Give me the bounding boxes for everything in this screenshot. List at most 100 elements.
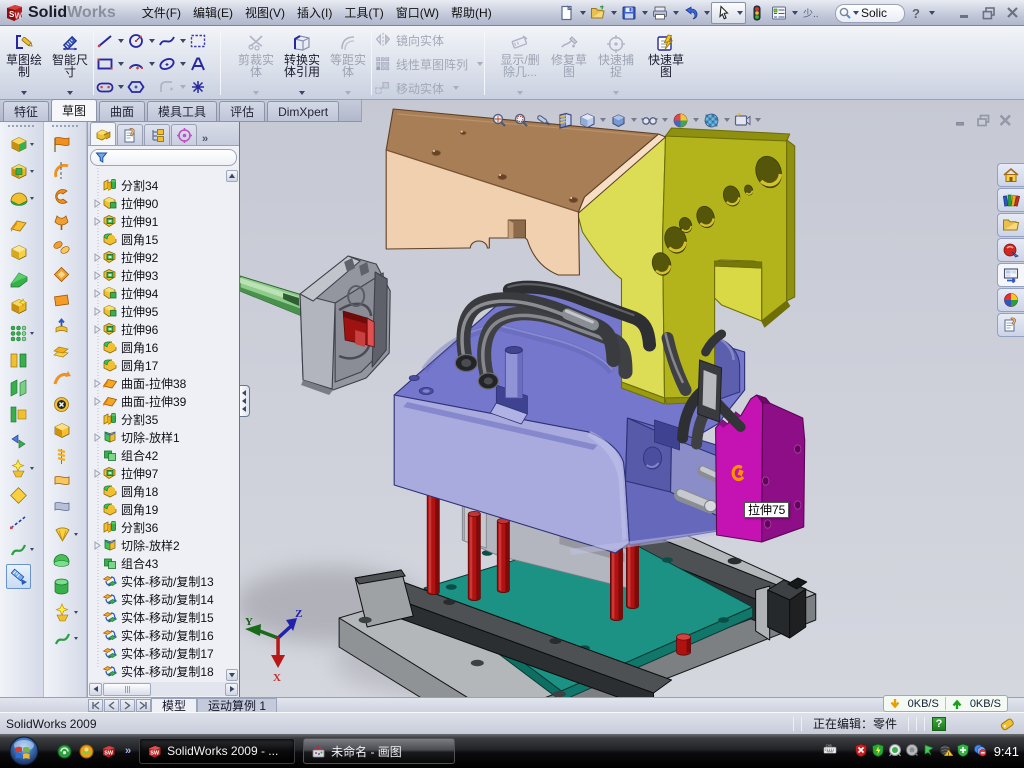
hud-scene[interactable] xyxy=(701,109,721,131)
tree-item[interactable]: 实体-移动/复制15 xyxy=(88,608,214,626)
quicklaunch-ball-icon[interactable] xyxy=(79,744,94,759)
hud-view-orientation-dropdown[interactable] xyxy=(599,118,606,122)
sketch-sfillet-tool[interactable] xyxy=(157,77,177,97)
scroll-left-arrow[interactable] xyxy=(89,683,102,696)
tool-lofted-surface[interactable] xyxy=(51,209,78,235)
sketch-textA-tool[interactable] xyxy=(188,54,208,74)
tool-revolved-surface[interactable] xyxy=(51,157,78,183)
tree-item[interactable]: 拉伸90 xyxy=(88,194,158,212)
hud-hide-show-items-dropdown[interactable] xyxy=(661,118,668,122)
sketch-rect-dropdown[interactable] xyxy=(115,62,126,66)
help-button[interactable]: ? xyxy=(906,3,926,23)
hud-magnify[interactable] xyxy=(533,109,553,131)
taskpane-tab-file-explorer[interactable] xyxy=(997,213,1024,237)
options-list-button[interactable] xyxy=(769,3,789,23)
ribbon-tab-5[interactable]: DimXpert xyxy=(267,101,339,121)
taskpane-tab-view-palette[interactable] xyxy=(997,263,1024,287)
security-shield-icon[interactable] xyxy=(871,743,885,760)
ribbon-tab-0[interactable]: 特征 xyxy=(3,101,49,121)
sketch-arc-tool[interactable] xyxy=(126,54,146,74)
sketch-point-tool[interactable] xyxy=(188,77,208,97)
start-button[interactable] xyxy=(5,736,43,766)
sketch-line-dropdown[interactable] xyxy=(115,39,126,43)
ribbon-tab-1[interactable]: 草图 xyxy=(51,99,97,121)
quicklaunch-browser-icon[interactable] xyxy=(57,744,72,759)
tool-freeform[interactable] xyxy=(51,469,78,495)
tool-extruded-surface[interactable] xyxy=(51,131,78,157)
tool-extend-surface[interactable] xyxy=(51,313,78,339)
menu-3[interactable]: 插入(I) xyxy=(291,0,338,25)
tree-item[interactable]: 圆角15 xyxy=(88,230,158,248)
hud-camera[interactable] xyxy=(732,109,752,131)
status-help-button[interactable]: ? xyxy=(932,717,946,731)
tab-model[interactable]: 模型 xyxy=(151,698,197,713)
tree-item[interactable]: 拉伸93 xyxy=(88,266,158,284)
tool-thicken[interactable] xyxy=(51,417,78,443)
sketch-slot-tool[interactable] xyxy=(95,77,115,97)
tree-item[interactable]: 切除-放样2 xyxy=(88,536,180,554)
restore-button[interactable] xyxy=(982,6,996,20)
panel-tabs-more[interactable]: » xyxy=(202,133,208,145)
tool-trim-surface[interactable] xyxy=(51,365,78,391)
tree-item[interactable]: 拉伸94 xyxy=(88,284,158,302)
ribbon-tab-2[interactable]: 曲面 xyxy=(99,101,145,121)
tree-item[interactable]: 拉伸97 xyxy=(88,464,158,482)
last-tab-button[interactable] xyxy=(136,699,151,712)
print-button[interactable] xyxy=(650,3,670,23)
select-button[interactable] xyxy=(714,3,734,23)
messenger-icon[interactable] xyxy=(922,743,936,760)
panel-tab-dimxpert-manager[interactable] xyxy=(171,124,197,145)
tool-planar-surface[interactable] xyxy=(51,261,78,287)
doc-restore-button[interactable] xyxy=(977,114,990,127)
undo-dropdown[interactable] xyxy=(702,3,711,23)
open-dropdown[interactable] xyxy=(609,3,618,23)
tree-item[interactable]: 拉伸91 xyxy=(88,212,158,230)
tree-horizontal-scrollbar[interactable] xyxy=(89,682,238,696)
quicklaunch-solidworks-icon[interactable]: SW xyxy=(101,744,116,759)
sketch-circle-tool[interactable] xyxy=(126,31,146,51)
cmd-trim-entities[interactable]: 剪裁实 体 xyxy=(234,26,278,99)
hud-appearances-dropdown[interactable] xyxy=(692,118,699,122)
tree-item[interactable]: 拉伸95 xyxy=(88,302,158,320)
first-tab-button[interactable] xyxy=(88,699,103,712)
tool-ruled-surface[interactable] xyxy=(51,443,78,469)
taskpane-tab-forum[interactable] xyxy=(997,238,1024,262)
cmd-sketch-draw[interactable]: 草图绘 制 xyxy=(0,26,48,99)
tree-item[interactable]: 拉伸96 xyxy=(88,320,158,338)
cmd-smart-dimension[interactable]: 智能尺 寸 xyxy=(48,26,92,99)
taskpane-tab-appearances-scenes[interactable] xyxy=(997,288,1024,312)
hud-zoom-fit[interactable] xyxy=(489,109,509,131)
tool-surface-curve[interactable] xyxy=(52,625,78,651)
tab-motion-study[interactable]: 运动算例 1 xyxy=(197,698,277,713)
tree-item[interactable]: 实体-移动/复制14 xyxy=(88,590,214,608)
tree-item[interactable]: 圆角17 xyxy=(88,356,158,374)
graphics-viewport[interactable]: Y Z X 拉伸75 xyxy=(240,100,1024,697)
menu-5[interactable]: 窗口(W) xyxy=(390,0,445,25)
tool-shell[interactable] xyxy=(8,401,35,428)
tool-surface-sparkle[interactable] xyxy=(52,599,78,625)
text-size-button[interactable]: 少.. xyxy=(800,3,820,23)
menu-0[interactable]: 文件(F) xyxy=(136,0,187,25)
tree-item[interactable]: 组合43 xyxy=(88,554,158,572)
tool-offset-surface[interactable] xyxy=(51,287,78,313)
sketch-sfillet-dropdown[interactable] xyxy=(177,85,188,89)
tree-item[interactable]: 圆角16 xyxy=(88,338,158,356)
tool-extruded-boss[interactable] xyxy=(8,131,34,158)
tool-fillet-xpert[interactable] xyxy=(8,455,34,482)
sketch-ellipse-dropdown[interactable] xyxy=(177,62,188,66)
new-document-dropdown[interactable] xyxy=(578,3,587,23)
hud-hide-show-items[interactable] xyxy=(639,109,659,131)
tool-knit-surface[interactable] xyxy=(51,339,78,365)
tool-lofted-boss[interactable] xyxy=(8,212,35,239)
keyboard-icon[interactable]: CHS xyxy=(823,743,837,760)
hud-section-view[interactable] xyxy=(555,109,575,131)
tree-item[interactable]: 切除-放样1 xyxy=(88,428,180,446)
hud-camera-dropdown[interactable] xyxy=(754,118,761,122)
cmd-linear-pattern[interactable]: 线性草图阵列 xyxy=(373,52,483,76)
tool-dome-feature[interactable] xyxy=(51,547,78,573)
sketch-line-tool[interactable] xyxy=(95,31,115,51)
taskpane-tab-design-library[interactable] xyxy=(997,188,1024,212)
menu-6[interactable]: 帮助(H) xyxy=(445,0,498,25)
menu-2[interactable]: 视图(V) xyxy=(239,0,291,25)
doc-close-button[interactable] xyxy=(999,114,1012,127)
